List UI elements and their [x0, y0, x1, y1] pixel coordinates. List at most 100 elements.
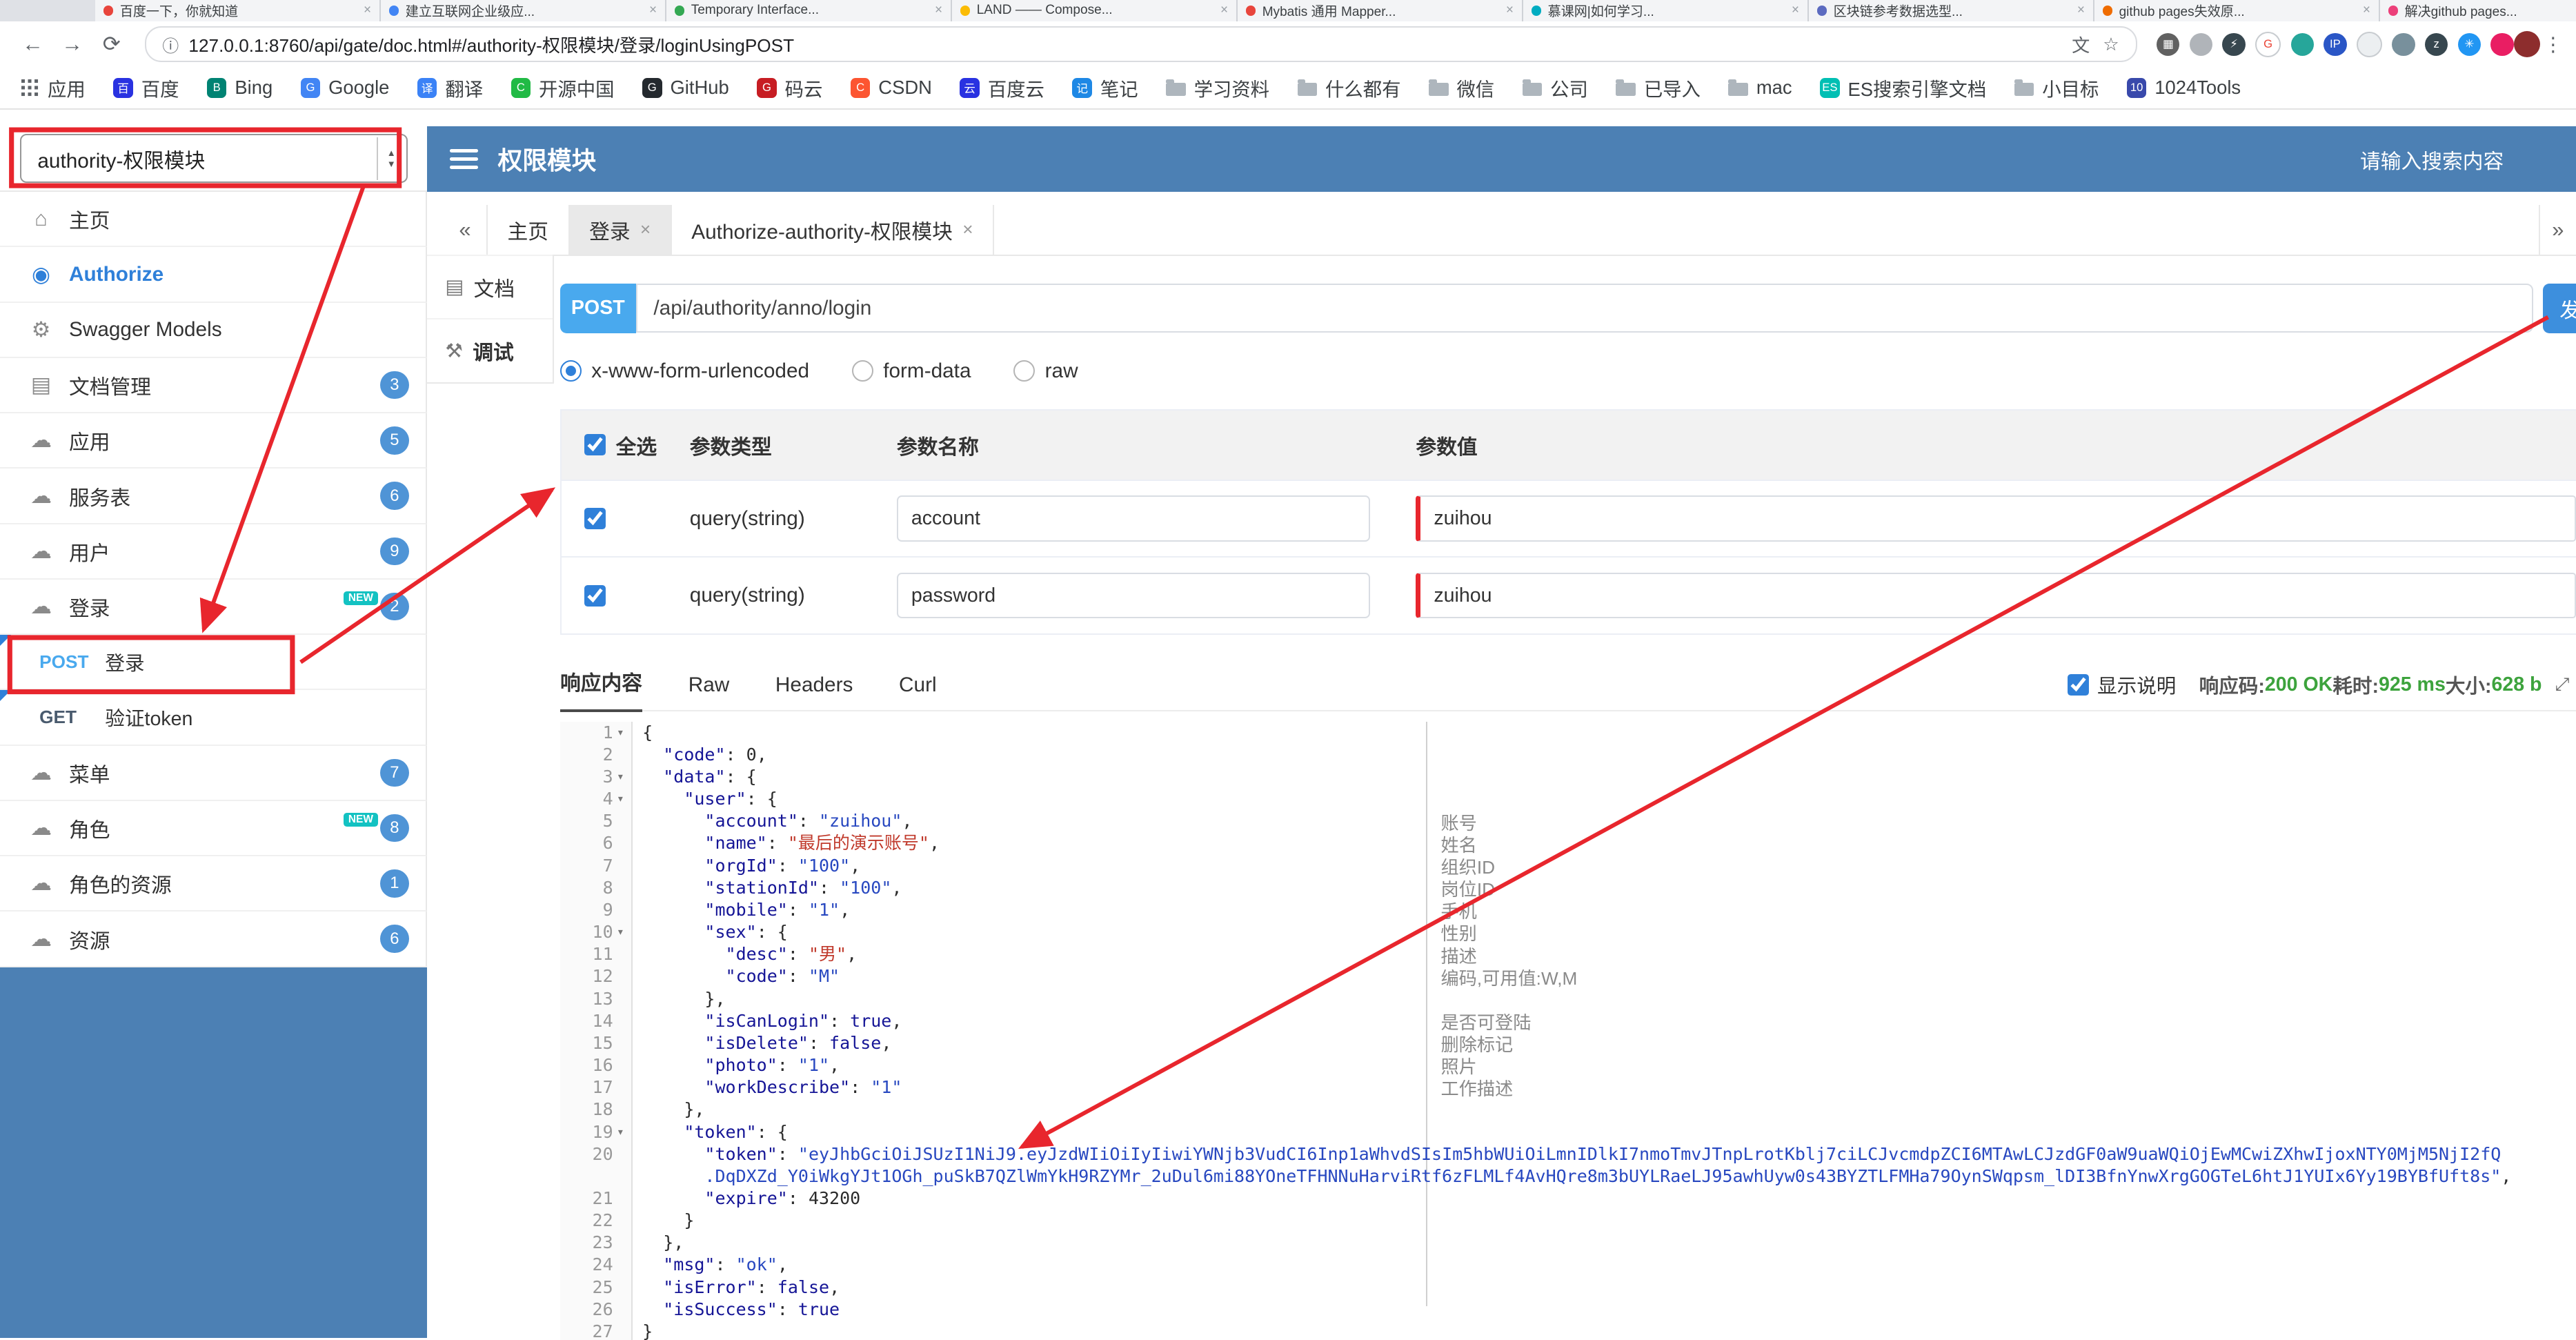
- extension-icon[interactable]: G: [2255, 31, 2281, 57]
- tab-close-icon[interactable]: ×: [1220, 3, 1228, 18]
- sidebar-item-role[interactable]: ☁ 角色 8 NEW: [0, 800, 428, 857]
- sidebar-item-home[interactable]: ⌂ 主页: [0, 192, 428, 248]
- doc-tab-close-icon[interactable]: ×: [962, 219, 973, 240]
- browser-tab[interactable]: 百度一下，你就知道 ×: [95, 0, 382, 21]
- doc-tab-主页[interactable]: 主页: [486, 205, 570, 255]
- param-value-input[interactable]: [1416, 495, 2576, 542]
- browser-tab[interactable]: 区块链参考数据选型... ×: [1808, 0, 2094, 21]
- address-bar[interactable]: ⓘ 127.0.0.1:8760/api/gate/doc.html#/auth…: [144, 26, 2137, 63]
- code-editor[interactable]: 1 ▾{2 "code": 0, 3 ▾ "data": {4 ▾ "user": {5…: [560, 721, 2576, 1340]
- fold-icon[interactable]: ▾: [613, 1121, 628, 1143]
- sidebar-item-doc-manage[interactable]: ▤ 文档管理 3: [0, 357, 428, 414]
- param-value-input[interactable]: [1416, 572, 2576, 619]
- sidebar-item-service[interactable]: ☁ 服务表 6: [0, 469, 428, 524]
- param-checkbox[interactable]: [584, 508, 606, 530]
- doc-tab-close-icon[interactable]: ×: [640, 219, 651, 240]
- content-type-radio[interactable]: x-www-form-urlencoded: [560, 359, 809, 383]
- response-tab-Curl[interactable]: Curl: [899, 673, 937, 710]
- sidebar-item-app[interactable]: ☁ 应用 5: [0, 413, 428, 469]
- bookmark-item[interactable]: G GitHub: [642, 77, 729, 99]
- tab-close-icon[interactable]: ×: [1506, 3, 1514, 18]
- content-type-radio[interactable]: form-data: [851, 359, 971, 383]
- extension-icon[interactable]: z: [2425, 32, 2448, 56]
- radio-icon[interactable]: [560, 360, 582, 382]
- extension-icon[interactable]: ▦: [2157, 32, 2180, 56]
- bookmark-item[interactable]: 应用: [20, 74, 86, 101]
- bookmark-item[interactable]: 10 1024Tools: [2126, 77, 2241, 99]
- browser-tab[interactable]: Mybatis 通用 Mapper... ×: [1237, 0, 1523, 21]
- header-search-input[interactable]: 请输入搜索内容: [2360, 144, 2504, 175]
- collapse-tabs-icon[interactable]: «: [444, 217, 486, 242]
- browser-tab[interactable]: github pages失效原... ×: [2094, 0, 2380, 21]
- response-tab-响应内容[interactable]: 响应内容: [560, 666, 643, 712]
- bookmark-item[interactable]: B Bing: [206, 77, 273, 99]
- bookmark-item[interactable]: 什么都有: [1297, 74, 1401, 101]
- param-name-input[interactable]: [896, 495, 1370, 542]
- extension-icon[interactable]: [2189, 32, 2213, 56]
- bookmark-item[interactable]: C CSDN: [850, 77, 932, 99]
- browser-menu-icon[interactable]: ⋮: [2543, 32, 2563, 57]
- param-checkbox[interactable]: [584, 584, 606, 607]
- tab-close-icon[interactable]: ×: [1792, 3, 1799, 18]
- tab-close-icon[interactable]: ×: [935, 3, 942, 18]
- extension-icon[interactable]: [2490, 32, 2514, 56]
- subnav-item-doc[interactable]: ▤ 文档: [427, 254, 553, 318]
- bookmark-item[interactable]: 云百度云: [960, 74, 1044, 101]
- browser-tab[interactable]: Temporary Interface... ×: [666, 0, 953, 21]
- module-select[interactable]: authority-权限模块 ▲ ▼: [19, 134, 408, 183]
- show-desc-checkbox[interactable]: [2068, 673, 2090, 696]
- response-tab-Raw[interactable]: Raw: [688, 673, 730, 710]
- profile-avatar[interactable]: [2513, 31, 2540, 58]
- bookmark-item[interactable]: C 开源中国: [511, 74, 615, 101]
- tab-close-icon[interactable]: ×: [649, 3, 657, 18]
- extension-icon[interactable]: IP: [2324, 32, 2347, 56]
- doc-tab-登录[interactable]: 登录 ×: [569, 205, 672, 255]
- extension-icon[interactable]: [2392, 32, 2415, 56]
- extension-icon[interactable]: ✳: [2457, 32, 2481, 56]
- bookmark-item[interactable]: 公司: [1522, 74, 1588, 101]
- sidebar-item-authorize[interactable]: ◉ Authorize: [0, 247, 428, 303]
- send-button[interactable]: 发送: [2543, 284, 2576, 333]
- bookmark-item[interactable]: 学习资料: [1166, 74, 1269, 101]
- extension-icon[interactable]: [2356, 31, 2383, 57]
- browser-tab[interactable]: 建立互联网企业级应... ×: [381, 0, 667, 21]
- bookmark-item[interactable]: 微信: [1428, 74, 1494, 101]
- bookmark-item[interactable]: 小目标: [2014, 74, 2099, 101]
- sidebar-item-api-get-verify-token[interactable]: GET 验证token: [0, 690, 428, 746]
- forward-button[interactable]: →: [52, 32, 92, 57]
- radio-icon[interactable]: [851, 360, 873, 382]
- bookmark-item[interactable]: 译翻译: [417, 74, 483, 101]
- sidebar-item-swagger-models[interactable]: ⚙ Swagger Models: [0, 302, 428, 358]
- select-all-checkbox[interactable]: [584, 434, 606, 456]
- tab-close-icon[interactable]: ×: [364, 3, 371, 18]
- request-url-input[interactable]: [635, 284, 2534, 333]
- response-tab-Headers[interactable]: Headers: [775, 673, 853, 710]
- fold-icon[interactable]: ▾: [613, 788, 628, 810]
- tab-close-icon[interactable]: ×: [2363, 3, 2370, 18]
- content-type-radio[interactable]: raw: [1013, 359, 1078, 383]
- sidebar-item-login[interactable]: ☁ 登录 2 NEW: [0, 579, 428, 635]
- tab-close-icon[interactable]: ×: [2077, 3, 2085, 18]
- fullscreen-icon[interactable]: ⤢: [2555, 673, 2570, 696]
- browser-tab[interactable]: 慕课网|如何学习... ×: [1523, 0, 1809, 21]
- sidebar-item-user[interactable]: ☁ 用户 9: [0, 524, 428, 580]
- back-button[interactable]: ←: [13, 32, 52, 57]
- radio-icon[interactable]: [1013, 360, 1036, 382]
- browser-tab[interactable]: LAND —— Compose... ×: [952, 0, 1238, 21]
- address-url[interactable]: 127.0.0.1:8760/api/gate/doc.html#/author…: [188, 31, 2059, 57]
- bookmark-item[interactable]: 已导入: [1616, 74, 1701, 101]
- bookmark-item[interactable]: G 码云: [757, 74, 822, 101]
- extension-icon[interactable]: [2290, 32, 2314, 56]
- sidebar-item-menu[interactable]: ☁ 菜单 7: [0, 745, 428, 801]
- subnav-item-debug[interactable]: ⚒ 调试: [427, 318, 553, 382]
- bookmark-item[interactable]: 记笔记: [1072, 74, 1138, 101]
- fold-icon[interactable]: ▾: [613, 921, 628, 943]
- bookmark-item[interactable]: G Google: [300, 77, 389, 99]
- bookmark-item[interactable]: 百百度: [113, 74, 179, 101]
- translate-icon[interactable]: 文: [2072, 31, 2090, 57]
- reload-button[interactable]: ⟳: [92, 32, 131, 57]
- hamburger-icon[interactable]: [450, 149, 478, 169]
- extension-icon[interactable]: ⚡: [2222, 32, 2246, 56]
- doc-tab-Authorize-authority-权限模块[interactable]: Authorize-authority-权限模块 ×: [672, 205, 995, 255]
- page-info-icon[interactable]: ⓘ: [162, 32, 179, 57]
